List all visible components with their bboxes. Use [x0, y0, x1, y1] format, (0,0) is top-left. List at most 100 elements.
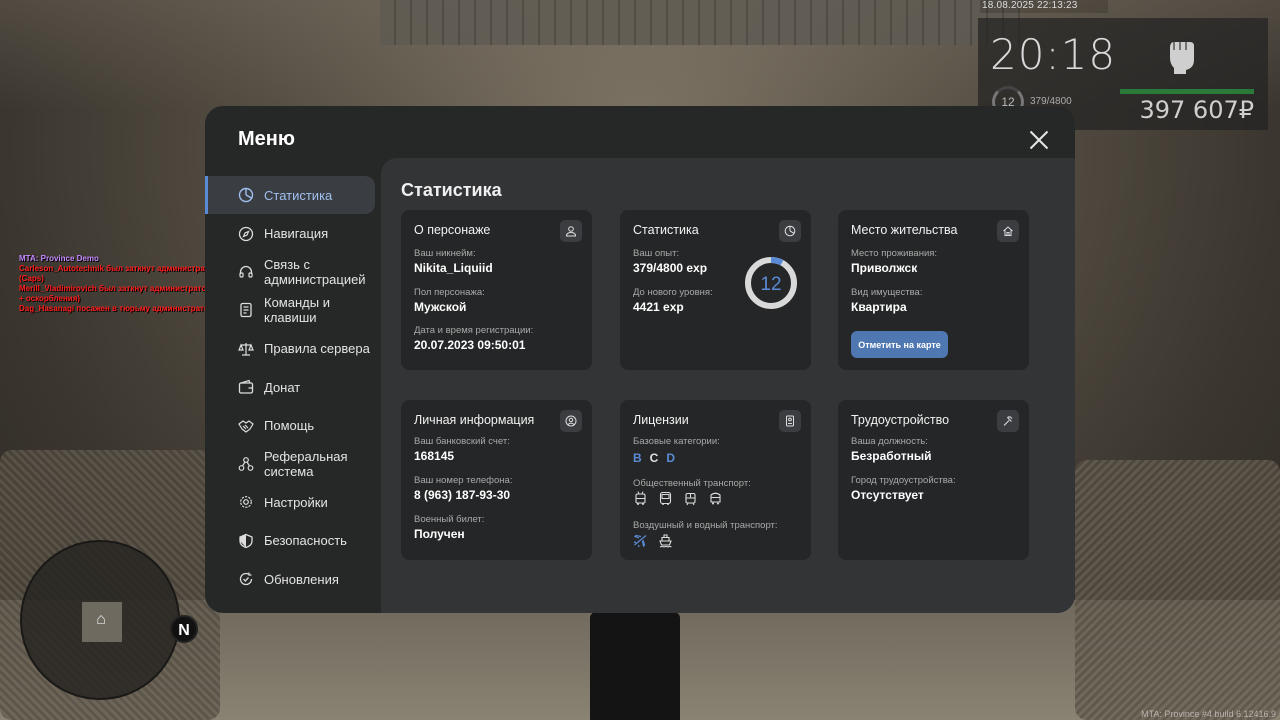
player-marker-icon: ⌂ — [96, 611, 106, 628]
phone-label: Ваш номер телефона: — [414, 475, 513, 486]
exp-value: 379/4800 exp — [633, 261, 708, 275]
public-transport-icons — [633, 491, 723, 506]
sidebar-item-label: Помощь — [264, 418, 315, 434]
compass-icon — [238, 226, 254, 242]
sidebar-item-rules[interactable]: Правила сервера — [205, 330, 381, 368]
card-employment: Трудоустройство Ваша должность: Безработ… — [838, 400, 1029, 560]
sidebar-item-settings[interactable]: Настройки — [205, 483, 381, 521]
trolleybus-icon — [633, 491, 648, 506]
registration-label: Дата и время регистрации: — [414, 325, 534, 336]
card-title: Место жительства — [851, 223, 958, 237]
document-icon — [238, 302, 254, 318]
handshake-icon — [238, 418, 254, 434]
shield-icon — [238, 533, 254, 549]
card-title: О персонаже — [414, 223, 491, 237]
gear-icon — [238, 494, 254, 510]
nickname-value: Nikita_Liquiid — [414, 261, 493, 275]
minibus-icon — [708, 491, 723, 506]
card-personal-info: Личная информация Ваш банковский счет: 1… — [401, 400, 592, 560]
menu-title: Меню — [238, 128, 295, 150]
card-title: Статистика — [633, 223, 699, 237]
sidebar-item-security[interactable]: Безопасность — [205, 522, 381, 560]
pie-chart-icon — [779, 220, 801, 242]
page-title: Статистика — [401, 180, 502, 200]
card-title: Лицензии — [633, 413, 689, 427]
position-value: Безработный — [851, 449, 932, 463]
refresh-check-icon — [238, 571, 254, 587]
content-panel: Статистика О персонаже Ваш никнейм: Niki… — [381, 158, 1075, 613]
pie-chart-icon — [238, 187, 254, 203]
position-label: Ваша должность: — [851, 436, 928, 447]
sidebar-item-label: Связь с администрацией — [264, 256, 366, 287]
military-id-label: Военный билет: — [414, 514, 485, 525]
build-info: MTA: Province #4 build 6.12416.9 — [1141, 709, 1276, 719]
hammer-icon — [997, 410, 1019, 432]
mark-on-map-button[interactable]: Отметить на карте — [851, 331, 948, 358]
base-categories-label: Базовые категории: — [633, 436, 720, 447]
game-background-window — [380, 0, 1020, 45]
sidebar-item-label: Реферальная система — [264, 448, 348, 479]
network-icon — [238, 456, 254, 472]
exp-label: Ваш опыт: — [633, 248, 680, 259]
employment-city-label: Город трудоустройства: — [851, 475, 956, 486]
user-icon — [560, 220, 582, 242]
air-water-transport-label: Воздушный и водный транспорт: — [633, 520, 778, 531]
sidebar-item-help[interactable]: Помощь — [205, 406, 381, 444]
sidebar-item-donate[interactable]: Донат — [205, 368, 381, 406]
sidebar-item-label: Команды и клавиши — [264, 295, 330, 326]
north-indicator-icon: N — [170, 615, 198, 643]
tram-icon — [683, 491, 698, 506]
game-background-bench-right — [1075, 460, 1280, 720]
fist-icon — [1164, 34, 1198, 74]
hud-money: 397 607₽ — [1139, 96, 1254, 124]
headset-icon — [238, 264, 254, 280]
license-category-b: B — [633, 451, 642, 465]
bus-icon — [658, 491, 673, 506]
house-icon — [997, 220, 1019, 242]
gender-value: Мужской — [414, 300, 467, 314]
phone-value: 8 (963) 187-93-30 — [414, 488, 511, 502]
user-circle-icon — [560, 410, 582, 432]
gender-label: Пол персонажа: — [414, 287, 485, 298]
close-icon[interactable] — [1027, 128, 1051, 152]
hud-datetime: 18.08.2025 22:13:23 — [980, 0, 1108, 13]
airplane-icon — [633, 533, 648, 548]
card-statistics: Статистика Ваш опыт: 379/4800 exp До нов… — [620, 210, 811, 370]
game-character — [590, 612, 680, 720]
id-card-icon — [779, 410, 801, 432]
ship-icon — [658, 533, 673, 548]
menu-sidebar: Статистика Навигация Связь с администрац… — [205, 176, 381, 598]
next-level-value: 4421 exp — [633, 300, 684, 314]
next-level-label: До нового уровня: — [633, 287, 713, 298]
property-value: Квартира — [851, 300, 907, 314]
sidebar-item-commands[interactable]: Команды и клавиши — [205, 291, 381, 329]
sidebar-item-label: Правила сервера — [264, 341, 370, 357]
registration-value: 20.07.2023 09:50:01 — [414, 338, 526, 352]
sidebar-item-label: Обновления — [264, 571, 339, 587]
sidebar-item-label: Настройки — [264, 494, 328, 510]
place-label: Место проживания: — [851, 248, 938, 259]
scales-icon — [238, 341, 254, 357]
sidebar-item-updates[interactable]: Обновления — [205, 560, 381, 598]
sidebar-item-statistics[interactable]: Статистика — [205, 176, 375, 215]
air-water-transport-icons — [633, 533, 673, 548]
sidebar-item-navigation[interactable]: Навигация — [205, 214, 381, 252]
property-label: Вид имущества: — [851, 287, 923, 298]
card-licenses: Лицензии Базовые категории: B C D Общест… — [620, 400, 811, 560]
sidebar-item-contact-admin[interactable]: Связь с администрацией — [205, 253, 381, 291]
card-title: Трудоустройство — [851, 413, 950, 427]
bank-account-label: Ваш банковский счет: — [414, 436, 510, 447]
sidebar-item-label: Безопасность — [264, 533, 347, 549]
sidebar-item-label: Статистика — [264, 187, 333, 203]
military-id-value: Получен — [414, 527, 465, 541]
card-title: Личная информация — [414, 413, 535, 427]
license-category-d: D — [666, 451, 676, 465]
public-transport-label: Общественный транспорт: — [633, 478, 751, 489]
sidebar-item-referral[interactable]: Реферальная система — [205, 445, 381, 483]
wallet-icon — [238, 379, 254, 395]
hud-clock: 20:18 — [990, 30, 1117, 79]
card-character: О персонаже Ваш никнейм: Nikita_Liquiid … — [401, 210, 592, 370]
sidebar-item-label: Навигация — [264, 226, 329, 242]
level-number: 12 — [760, 274, 781, 295]
menu-window: Меню Статистика Навигация Связь с админи… — [205, 106, 1075, 613]
